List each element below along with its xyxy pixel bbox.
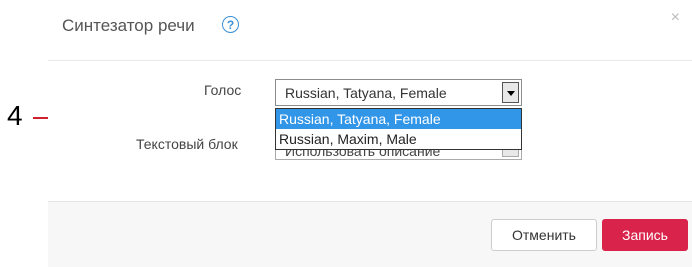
text-block-label: Текстовый блок	[136, 136, 238, 152]
dialog-title: Синтезатор речи	[62, 16, 195, 35]
voice-dropdown-list: Russian, Tatyana, Female Russian, Maxim,…	[275, 108, 522, 150]
voice-label: Голос	[204, 82, 242, 98]
dialog-footer: Отменить Запись	[48, 201, 692, 267]
dialog-header: Синтезатор речи ? ×	[48, 0, 692, 61]
voice-option-maxim[interactable]: Russian, Maxim, Male	[276, 129, 521, 149]
chevron-down-icon[interactable]	[502, 82, 519, 103]
voice-select-value: Russian, Tatyana, Female	[285, 85, 447, 101]
speech-synth-dialog: Синтезатор речи ? × Голос Russian, Tatya…	[48, 0, 692, 267]
help-icon[interactable]: ?	[222, 16, 239, 33]
cancel-button[interactable]: Отменить	[491, 219, 597, 251]
voice-option-tatyana[interactable]: Russian, Tatyana, Female	[276, 109, 521, 129]
close-icon[interactable]: ×	[671, 9, 680, 27]
save-button[interactable]: Запись	[602, 219, 688, 251]
voice-select[interactable]: Russian, Tatyana, Female	[275, 79, 522, 106]
